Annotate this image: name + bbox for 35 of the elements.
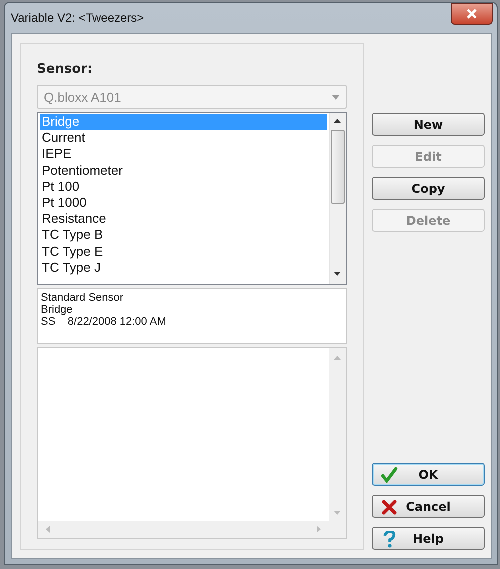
scroll-right-icon <box>317 526 321 533</box>
scroll-down-icon <box>334 511 341 515</box>
info-text: Bridge <box>41 304 73 316</box>
list-item[interactable]: Pt 100 <box>40 178 327 195</box>
question-mark-icon <box>381 531 398 548</box>
cross-icon <box>381 499 398 516</box>
list-item[interactable]: IEPE <box>40 146 327 163</box>
list-item[interactable]: Resistance <box>40 211 327 228</box>
scrollbar[interactable] <box>329 113 346 284</box>
list-item[interactable]: TC Type B <box>40 227 327 244</box>
scroll-up-icon <box>334 356 341 360</box>
ok-button[interactable]: OK <box>372 463 485 486</box>
check-icon <box>381 467 398 484</box>
close-icon <box>466 9 478 19</box>
action-button[interactable]: New <box>372 113 485 136</box>
action-button[interactable]: Copy <box>372 177 485 200</box>
help-button[interactable]: Help <box>372 527 485 550</box>
cancel-button[interactable]: Cancel <box>372 495 485 518</box>
list-item[interactable]: Potentiometer <box>40 162 327 179</box>
close-button[interactable] <box>451 3 493 25</box>
window-title: Variable V2: <Tweezers> <box>11 11 144 25</box>
scroll-left-icon <box>46 526 50 533</box>
scroll-up-icon <box>334 119 341 123</box>
list-item[interactable]: TC Type E <box>40 244 327 260</box>
list-item[interactable]: Pt 1000 <box>40 194 327 212</box>
info-text: Standard Sensor <box>41 292 124 304</box>
scrollbar-thumb[interactable] <box>331 130 345 204</box>
scroll-down-icon <box>334 272 341 276</box>
sensor-label: Sensor: <box>37 62 94 77</box>
list-item[interactable]: TC Type J <box>40 260 327 276</box>
info-text: SS 8/22/2008 12:00 AM <box>41 316 166 328</box>
dropdown-arrow-icon <box>332 94 340 100</box>
list-item[interactable]: Current <box>40 130 327 146</box>
vertical-scrollbar[interactable] <box>329 348 346 521</box>
horizontal-scrollbar[interactable] <box>38 521 329 538</box>
